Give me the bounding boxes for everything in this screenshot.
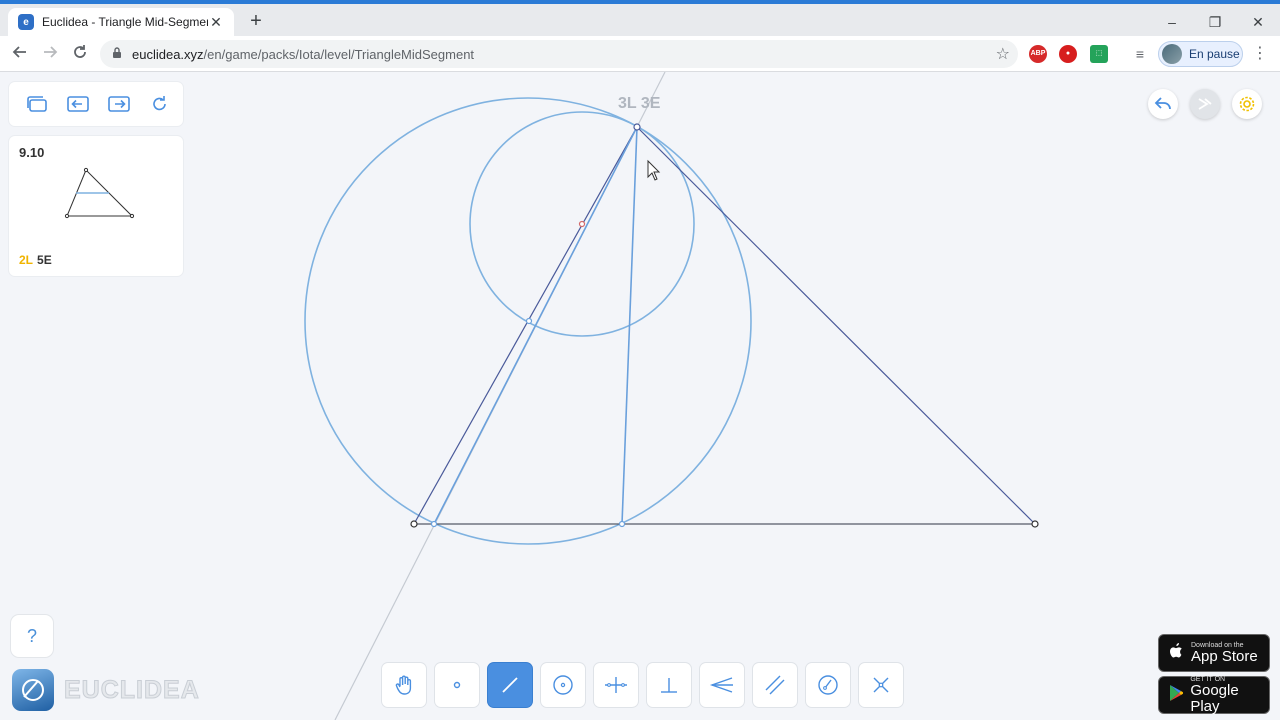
intersection-point-base-1[interactable]	[430, 520, 438, 528]
back-button[interactable]	[8, 42, 32, 66]
compass-tool[interactable]	[806, 663, 850, 707]
undo-icon	[1154, 97, 1171, 110]
intersection-point-base-2[interactable]	[618, 520, 626, 528]
constructed-line-2	[621, 126, 638, 525]
forward-arrow-icon	[44, 46, 58, 58]
google-play-text: GET IT ON Google Play	[1190, 676, 1269, 715]
undo-button[interactable]	[1148, 89, 1178, 119]
browser-toolbar: euclidea.xyz/en/game/packs/Iota/level/Tr…	[0, 36, 1280, 72]
circle-icon	[553, 675, 573, 695]
avatar	[1162, 44, 1182, 64]
bookmark-star-icon[interactable]: ☆	[996, 44, 1010, 64]
forward-button[interactable]	[38, 42, 62, 66]
address-bar[interactable]: euclidea.xyz/en/game/packs/Iota/level/Tr…	[100, 40, 1018, 68]
euclidea-favicon-icon: e	[18, 14, 34, 30]
reload-button[interactable]	[68, 42, 92, 66]
parallel-tool[interactable]	[753, 663, 797, 707]
profile-button[interactable]: En pause	[1158, 41, 1243, 67]
app-store-big-text: App Store	[1191, 647, 1258, 665]
level-number: 9.10	[19, 145, 45, 160]
minimize-button[interactable]: –	[1160, 10, 1184, 34]
levels-menu-button[interactable]	[23, 91, 50, 118]
vertex-point-top[interactable]	[633, 123, 641, 131]
mouse-cursor-icon	[647, 159, 661, 181]
google-play-badge[interactable]: GET IT ON Google Play	[1158, 676, 1270, 714]
constructed-line-1	[433, 126, 638, 525]
lock-icon	[112, 46, 122, 62]
hint-button[interactable]	[1190, 89, 1220, 119]
restore-button[interactable]: ❐	[1203, 10, 1227, 34]
point-tool[interactable]	[435, 663, 479, 707]
euclidea-wordmark: EUCLIDEA	[64, 676, 200, 705]
previous-level-button[interactable]	[64, 91, 91, 118]
url-host: euclidea.xyz	[132, 46, 204, 62]
move-tool[interactable]	[382, 663, 426, 707]
app-store-text: Download on the App Store	[1191, 642, 1258, 665]
hand-icon	[395, 675, 412, 695]
reload-icon	[74, 45, 86, 58]
extension-icon[interactable]: ⬚	[1090, 45, 1108, 63]
parallel-icon	[765, 675, 785, 695]
url-path: /en/game/packs/Iota/level/TriangleMidSeg…	[203, 46, 475, 62]
perpendicular-icon	[661, 678, 677, 693]
tab-close-icon[interactable]: ✕	[208, 14, 224, 31]
level-thumbnail	[64, 167, 135, 219]
level-score: 2L 5E	[19, 253, 52, 267]
settings-button[interactable]	[1232, 89, 1262, 119]
intersect-tool[interactable]	[859, 663, 903, 707]
perpendicular-tool[interactable]	[647, 663, 691, 707]
euclidea-app: 9.10 2L 5E 3L 3E ? EUCLIDEA Download on …	[0, 72, 1280, 720]
point-icon	[453, 681, 461, 689]
new-tab-button[interactable]: +	[244, 10, 268, 34]
levels-stack-icon	[26, 96, 47, 112]
app-store-badge[interactable]: Download on the App Store	[1158, 634, 1270, 672]
score-lines: 2L	[19, 253, 34, 267]
back-arrow-icon	[12, 46, 26, 58]
restart-level-button[interactable]	[146, 91, 173, 118]
hint-icon	[1198, 98, 1212, 110]
reading-list-icon[interactable]: ≡	[1128, 42, 1152, 66]
construction-canvas[interactable]	[0, 72, 1280, 720]
level-navigation-toolbar	[9, 82, 183, 126]
circle-center-point[interactable]	[578, 220, 586, 228]
next-level-icon	[107, 96, 130, 112]
circle-tool[interactable]	[541, 663, 585, 707]
vertex-point-right[interactable]	[1031, 520, 1039, 528]
help-button[interactable]: ?	[11, 615, 53, 657]
url-text: euclidea.xyz/en/game/packs/Iota/level/Tr…	[132, 47, 474, 62]
window-close-button[interactable]: ✕	[1246, 10, 1270, 34]
browser-tab[interactable]: e Euclidea - Triangle Mid-Segment ✕	[8, 8, 234, 36]
vertex-point-left[interactable]	[410, 520, 418, 528]
next-level-button[interactable]	[105, 91, 132, 118]
triangle-side-left	[413, 126, 638, 525]
euclidea-logo-icon	[12, 669, 54, 711]
apple-icon	[1167, 642, 1185, 665]
midpoint-point[interactable]	[525, 317, 533, 325]
perpendicular-bisector-icon	[605, 677, 627, 693]
construction-tools-bar	[382, 663, 903, 707]
profile-status-label: En pause	[1189, 47, 1240, 61]
browser-menu-icon[interactable]: ⋮	[1252, 42, 1268, 66]
restart-icon	[152, 96, 166, 111]
intersect-icon	[873, 677, 889, 693]
stop-extension-icon[interactable]: ●	[1059, 45, 1077, 63]
goal-counter: 3L 3E	[618, 95, 661, 112]
triangle-side-right	[636, 126, 1036, 525]
score-elements: 5E	[37, 253, 52, 267]
level-card[interactable]: 9.10 2L 5E	[9, 136, 183, 276]
angle-bisector-icon	[709, 677, 733, 693]
line-tool[interactable]	[488, 663, 532, 707]
previous-level-icon	[66, 96, 89, 112]
google-play-icon	[1167, 684, 1184, 707]
line-icon	[502, 677, 518, 693]
gear-icon	[1239, 96, 1255, 112]
google-play-big-text: Google Play	[1190, 681, 1239, 715]
compass-icon	[818, 675, 838, 695]
perpendicular-bisector-tool[interactable]	[594, 663, 638, 707]
tab-title: Euclidea - Triangle Mid-Segment	[42, 15, 208, 29]
tab-strip: e Euclidea - Triangle Mid-Segment ✕ + – …	[0, 4, 1280, 36]
angle-bisector-tool[interactable]	[700, 663, 744, 707]
adblock-extension-icon[interactable]: ABP	[1029, 45, 1047, 63]
